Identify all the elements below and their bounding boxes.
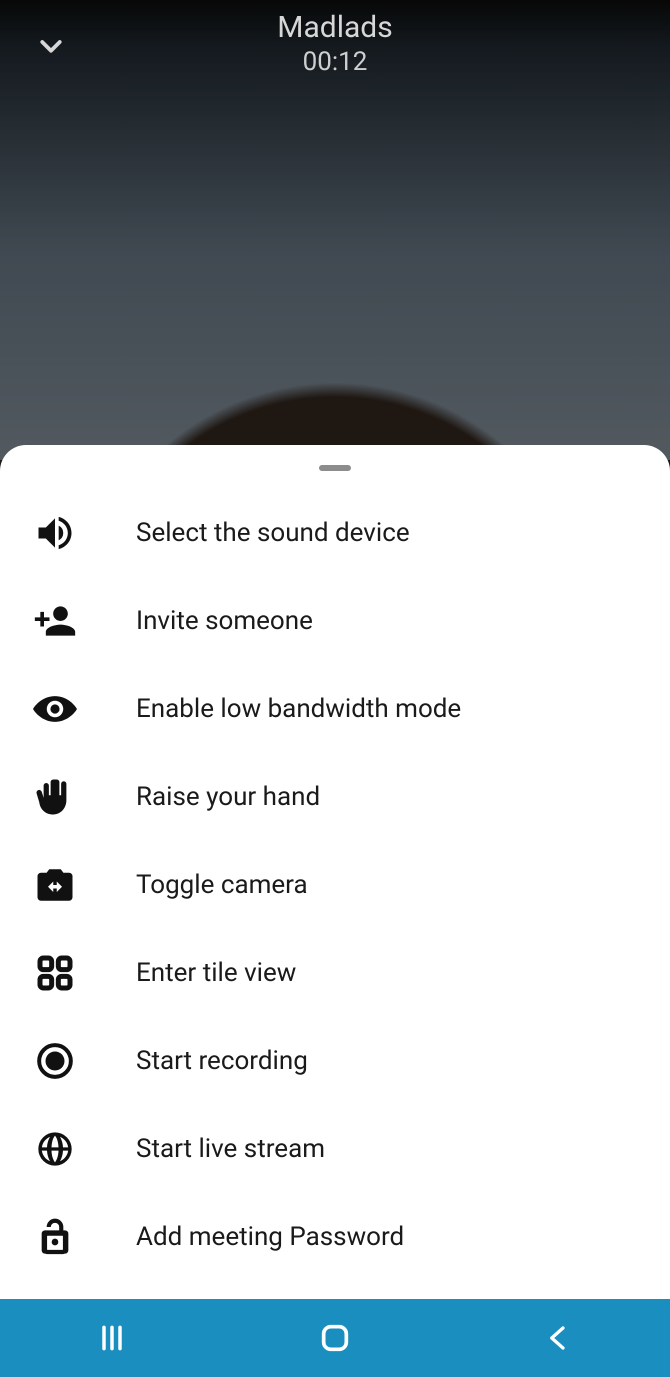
android-nav-bar: [0, 1299, 670, 1377]
screen: Madlads 00:12 Select the sound device In…: [0, 0, 670, 1377]
menu-item-label: Start live stream: [136, 1134, 325, 1164]
menu-item-toggle-camera[interactable]: Toggle camera: [0, 841, 670, 929]
menu-item-label: Enter tile view: [136, 958, 296, 988]
menu-item-label: Toggle camera: [136, 870, 308, 900]
back-icon: [543, 1323, 573, 1353]
nav-home-button[interactable]: [305, 1308, 365, 1368]
nav-recents-button[interactable]: [82, 1308, 142, 1368]
eye-icon: [30, 684, 80, 734]
lock-open-icon: [30, 1212, 80, 1262]
menu-item-start-recording[interactable]: Start recording: [0, 1017, 670, 1105]
call-timer: 00:12: [0, 47, 670, 77]
menu-item-sound-device[interactable]: Select the sound device: [0, 489, 670, 577]
home-icon: [318, 1321, 352, 1355]
menu-item-invite[interactable]: Invite someone: [0, 577, 670, 665]
menu-item-label: Enable low bandwidth mode: [136, 694, 461, 724]
menu-item-low-bandwidth[interactable]: Enable low bandwidth mode: [0, 665, 670, 753]
menu-item-label: Select the sound device: [136, 518, 410, 548]
menu-item-raise-hand[interactable]: Raise your hand: [0, 753, 670, 841]
chevron-down-icon: [36, 32, 66, 62]
nav-back-button[interactable]: [528, 1308, 588, 1368]
watermark-text: www.frfam.com: [578, 1281, 664, 1295]
person-add-icon: [30, 596, 80, 646]
menu-item-label: Invite someone: [136, 606, 313, 636]
camera-switch-icon: [30, 860, 80, 910]
menu-item-add-password[interactable]: Add meeting Password: [0, 1193, 670, 1281]
record-icon: [30, 1036, 80, 1086]
call-title-block: Madlads 00:12: [0, 6, 670, 77]
options-menu: Select the sound device Invite someone E…: [0, 489, 670, 1281]
sheet-drag-handle[interactable]: [319, 465, 351, 471]
recents-icon: [96, 1322, 128, 1354]
bottom-sheet: Select the sound device Invite someone E…: [0, 445, 670, 1299]
collapse-chevron-button[interactable]: [34, 30, 68, 64]
menu-item-label: Add meeting Password: [136, 1222, 404, 1252]
menu-item-tile-view[interactable]: Enter tile view: [0, 929, 670, 1017]
hand-icon: [30, 772, 80, 822]
menu-item-label: Raise your hand: [136, 782, 320, 812]
globe-icon: [30, 1124, 80, 1174]
speaker-icon: [30, 508, 80, 558]
call-title: Madlads: [0, 10, 670, 45]
call-top-bar: Madlads 00:12: [0, 0, 670, 90]
menu-item-label: Start recording: [136, 1046, 308, 1076]
tile-grid-icon: [30, 948, 80, 998]
menu-item-live-stream[interactable]: Start live stream: [0, 1105, 670, 1193]
